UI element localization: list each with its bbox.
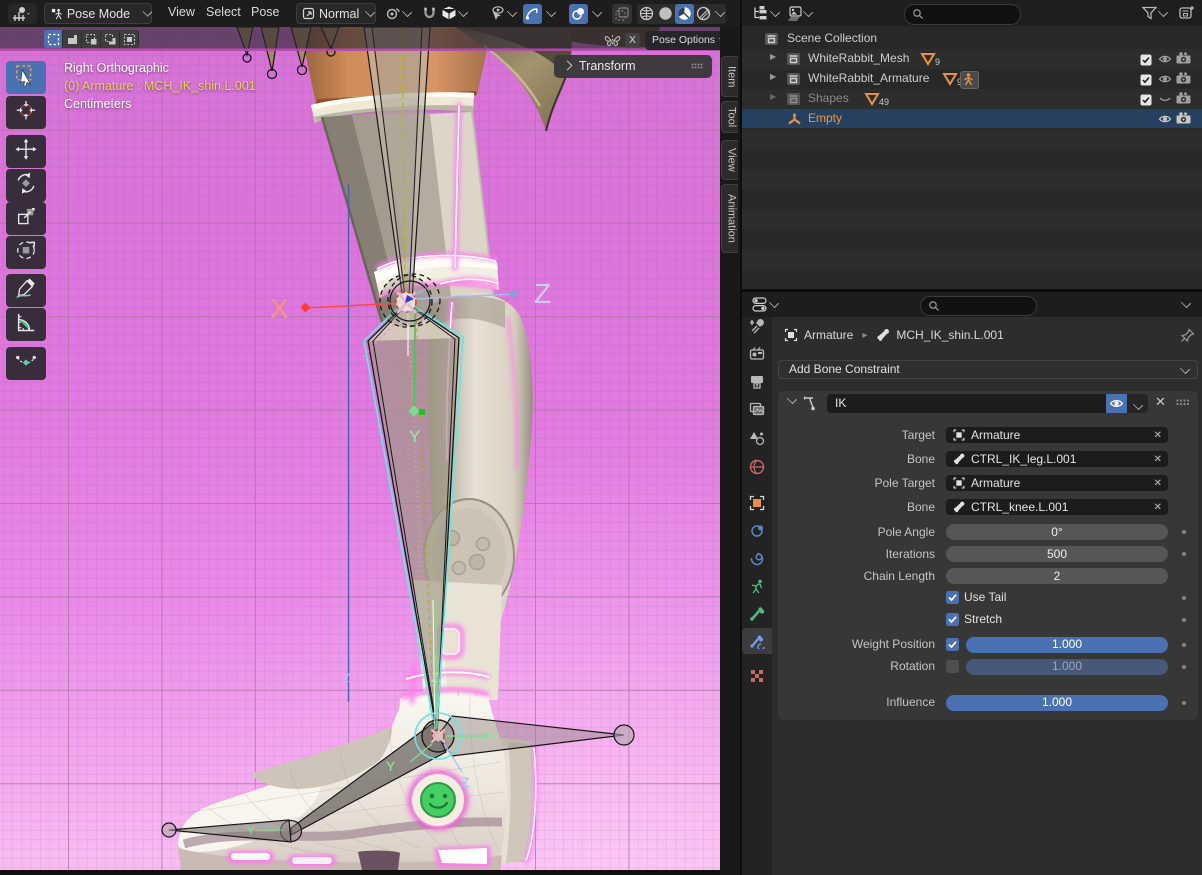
- svg-text:Z: Z: [343, 671, 350, 685]
- svg-text:Z: Z: [461, 774, 470, 790]
- svg-text:49: 49: [879, 97, 889, 107]
- svg-text:9: 9: [935, 57, 940, 67]
- svg-text:Y: Y: [386, 758, 396, 774]
- svg-text:Y: Y: [489, 729, 499, 745]
- svg-text:Y: Y: [247, 825, 255, 837]
- svg-text:Z: Z: [534, 278, 551, 309]
- svg-text:Z: Z: [431, 670, 439, 685]
- svg-text:X: X: [270, 293, 289, 324]
- svg-text:Y: Y: [409, 427, 420, 446]
